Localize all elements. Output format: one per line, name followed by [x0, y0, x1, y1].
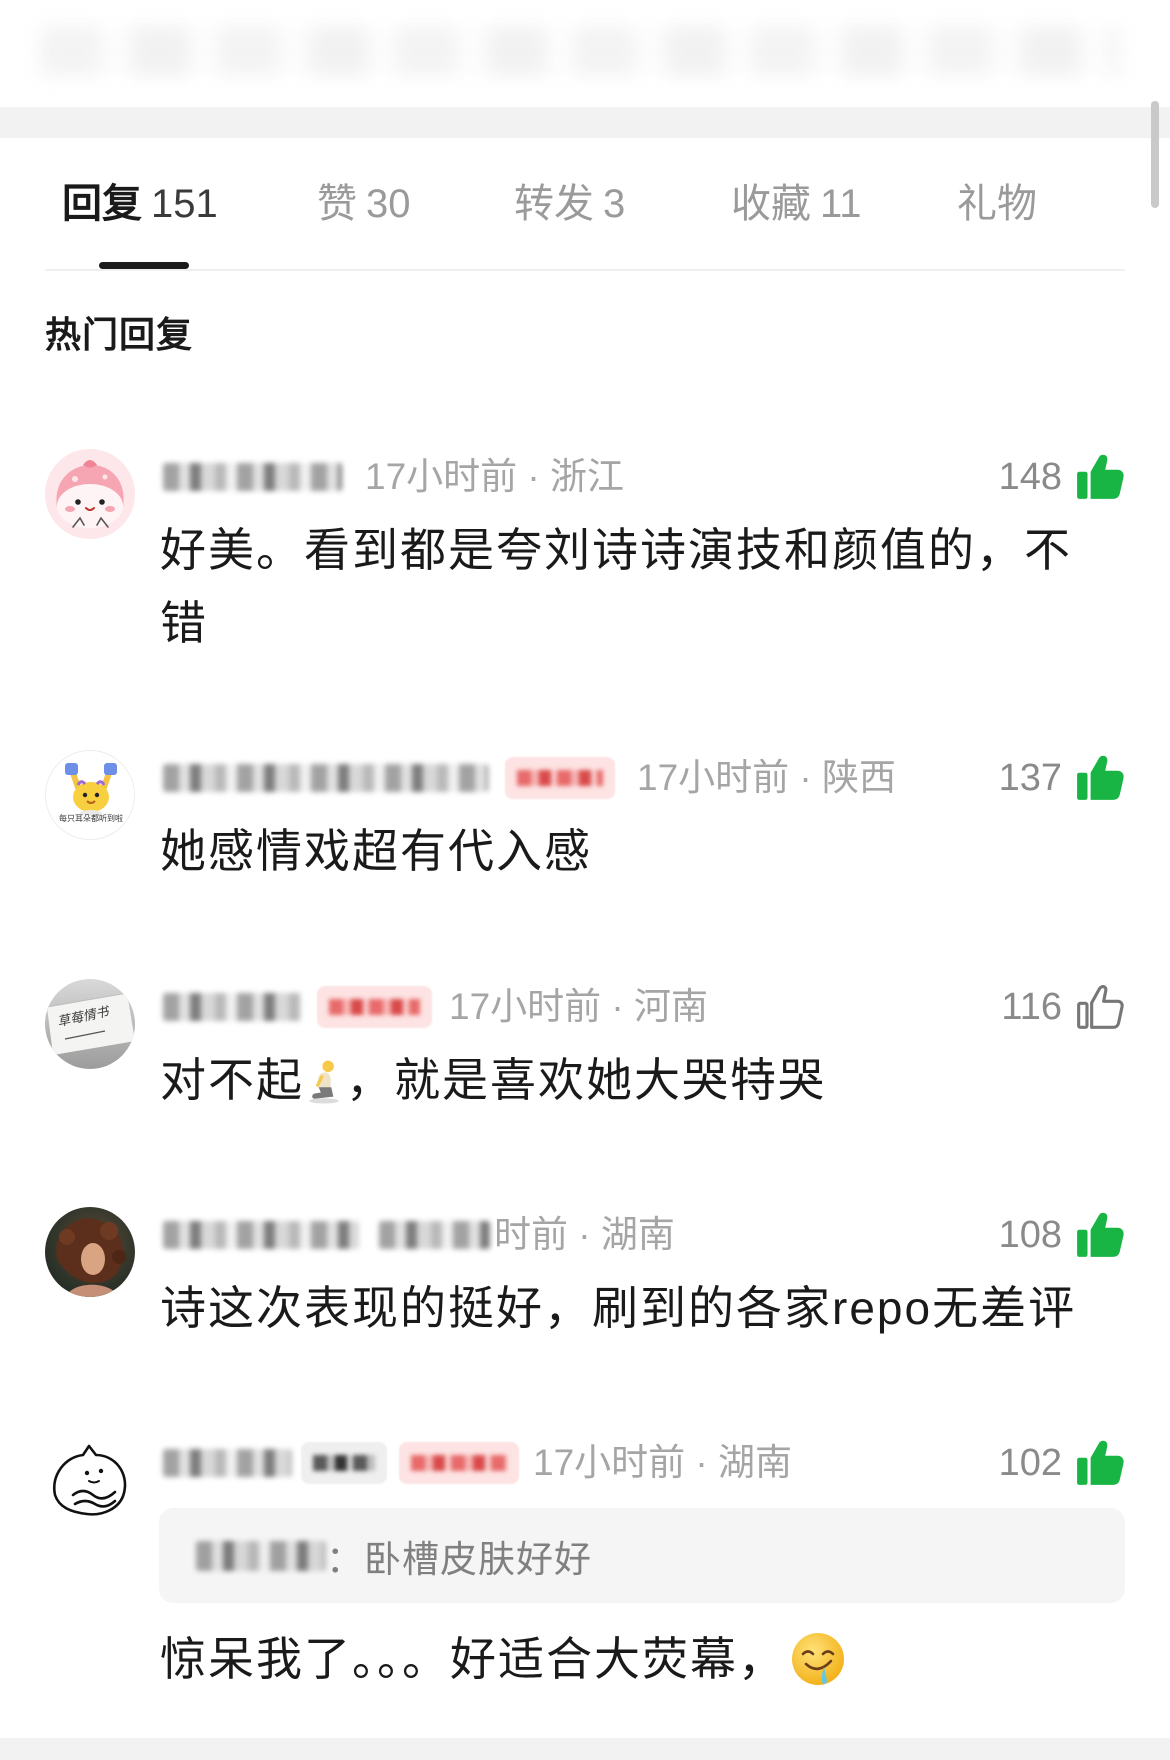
- bottom-separator: [0, 1738, 1170, 1760]
- blurred-post-header: [0, 0, 1170, 107]
- like-count: 116: [1001, 985, 1062, 1028]
- active-tab-indicator: [99, 262, 189, 269]
- line-drawing-cartoon-avatar-icon: [45, 1435, 135, 1525]
- username-redacted[interactable]: [163, 764, 488, 792]
- comment-item[interactable]: 时前 · 湖南 108 诗这次表现的挺好，刷到的各家repo无差评: [0, 1207, 1170, 1367]
- username-redacted[interactable]: [163, 1221, 359, 1249]
- comment-meta: 17小时前 · 浙江: [163, 455, 624, 499]
- thumbs-up-icon: [1077, 1440, 1124, 1485]
- pink-cartoon-avatar-icon: [45, 449, 135, 539]
- tab-gifts[interactable]: 礼物: [957, 180, 1046, 228]
- scrollbar[interactable]: [1151, 101, 1159, 208]
- comment-time-location: 时前 · 湖南: [494, 1214, 675, 1255]
- comment-text-after: ，就是喜欢她大哭特哭: [346, 1054, 826, 1106]
- quoted-username-redacted[interactable]: [196, 1540, 326, 1571]
- comment-meta: 17小时前 · 陕西: [163, 756, 896, 800]
- comment-text: 好美。看到都是夸刘诗诗演技和颜值的，不错: [160, 524, 1072, 649]
- section-separator: [0, 107, 1170, 138]
- username-redacted[interactable]: [163, 463, 342, 491]
- comment-meta: 17小时前 · 湖南: [163, 1441, 792, 1485]
- comment-meta: 时前 · 湖南: [163, 1213, 675, 1257]
- tab-count: 11: [820, 182, 862, 226]
- like-count: 148: [998, 455, 1062, 498]
- avatar[interactable]: 每只耳朵都听到啦: [45, 750, 135, 840]
- like-count: 137: [998, 756, 1062, 799]
- comment-time-location: 17小时前 · 湖南: [533, 1442, 793, 1483]
- comment-text-before: 对不起: [160, 1054, 304, 1106]
- user-badge-redacted: [317, 986, 432, 1028]
- like-button[interactable]: 137: [999, 753, 1125, 803]
- username-redacted[interactable]: [163, 1449, 292, 1477]
- comment-text: 对不起 ，就是喜欢她大哭特哭: [160, 1044, 1100, 1117]
- curly-hair-photo-avatar-icon: [45, 1207, 135, 1297]
- tab-count: 30: [366, 182, 411, 226]
- avatar[interactable]: [45, 449, 135, 539]
- comment-item[interactable]: 17小时前 · 湖南 102 ：卧槽皮肤好好 惊呆我了。。。好适合大荧幕，: [0, 1435, 1170, 1725]
- kneeling-person-emoji-icon: [306, 1058, 344, 1104]
- yellow-cartoon-avatar-icon: [46, 751, 134, 839]
- tab-label: 礼物: [957, 182, 1037, 226]
- redacted-text: [379, 1221, 490, 1249]
- like-button[interactable]: 108: [999, 1210, 1125, 1260]
- user-badge-redacted: [399, 1442, 519, 1484]
- comment-time-location: 17小时前 · 陕西: [637, 757, 897, 798]
- thumbs-up-icon: [1077, 454, 1124, 499]
- user-badge-redacted: [301, 1442, 387, 1484]
- tab-replies[interactable]: 回复 151: [62, 180, 218, 228]
- tab-likes[interactable]: 赞 30: [317, 180, 411, 228]
- comment-text: 她感情戏超有代入感: [160, 825, 592, 877]
- quoted-reply[interactable]: ：卧槽皮肤好好: [159, 1508, 1125, 1603]
- comment-text: 惊呆我了。。。好适合大荧幕，: [160, 1623, 1100, 1696]
- tab-label: 赞: [317, 182, 357, 226]
- tab-label: 收藏: [731, 182, 811, 226]
- comment-meta: 17小时前 · 河南: [163, 985, 708, 1029]
- user-badge-redacted: [505, 757, 615, 799]
- comment-time-location: 17小时前 · 浙江: [365, 456, 625, 497]
- like-button[interactable]: 116: [1001, 982, 1125, 1032]
- like-count: 102: [998, 1441, 1062, 1484]
- comment-text: 诗这次表现的挺好，刷到的各家repo无差评: [160, 1282, 1077, 1334]
- blurred-text: [40, 26, 1120, 76]
- quoted-reply-text: ：卧槽皮肤好好: [326, 1538, 592, 1580]
- comment-text-before: 惊呆我了。。。好适合大荧幕，: [160, 1633, 786, 1685]
- avatar[interactable]: [45, 1435, 135, 1525]
- avatar-caption: 每只耳朵都听到啦: [59, 814, 123, 823]
- divider: [45, 269, 1125, 271]
- tab-reposts[interactable]: 转发 3: [514, 180, 625, 228]
- tab-favorites[interactable]: 收藏 11: [731, 180, 862, 228]
- tab-label: 转发: [514, 182, 594, 226]
- thumbs-up-icon: [1077, 755, 1124, 800]
- comment-item[interactable]: 每只耳朵都听到啦 17小时前 · 陕西 137 她感情戏超有代入感: [0, 750, 1170, 910]
- like-button[interactable]: 102: [999, 1438, 1125, 1488]
- thumbs-up-icon: [1077, 985, 1124, 1029]
- drooling-face-emoji-icon: [790, 1631, 846, 1687]
- avatar[interactable]: 草莓情书: [45, 979, 135, 1069]
- comment-item[interactable]: 草莓情书 17小时前 · 河南 116 对不起 ，就是喜欢她大哭特哭: [0, 979, 1170, 1139]
- username-redacted[interactable]: [163, 993, 301, 1021]
- tab-label: 回复: [62, 182, 142, 226]
- comment-time-location: 17小时前 · 河南: [449, 986, 709, 1027]
- tab-count: 151: [151, 182, 218, 226]
- thumbs-up-icon: [1077, 1212, 1124, 1257]
- like-count: 108: [998, 1213, 1062, 1256]
- like-button[interactable]: 148: [999, 452, 1125, 502]
- avatar[interactable]: [45, 1207, 135, 1297]
- tab-count: 3: [603, 182, 626, 226]
- comment-item[interactable]: 17小时前 · 浙江 148 好美。看到都是夸刘诗诗演技和颜值的，不错: [0, 449, 1170, 709]
- section-title: 热门回复: [45, 314, 194, 355]
